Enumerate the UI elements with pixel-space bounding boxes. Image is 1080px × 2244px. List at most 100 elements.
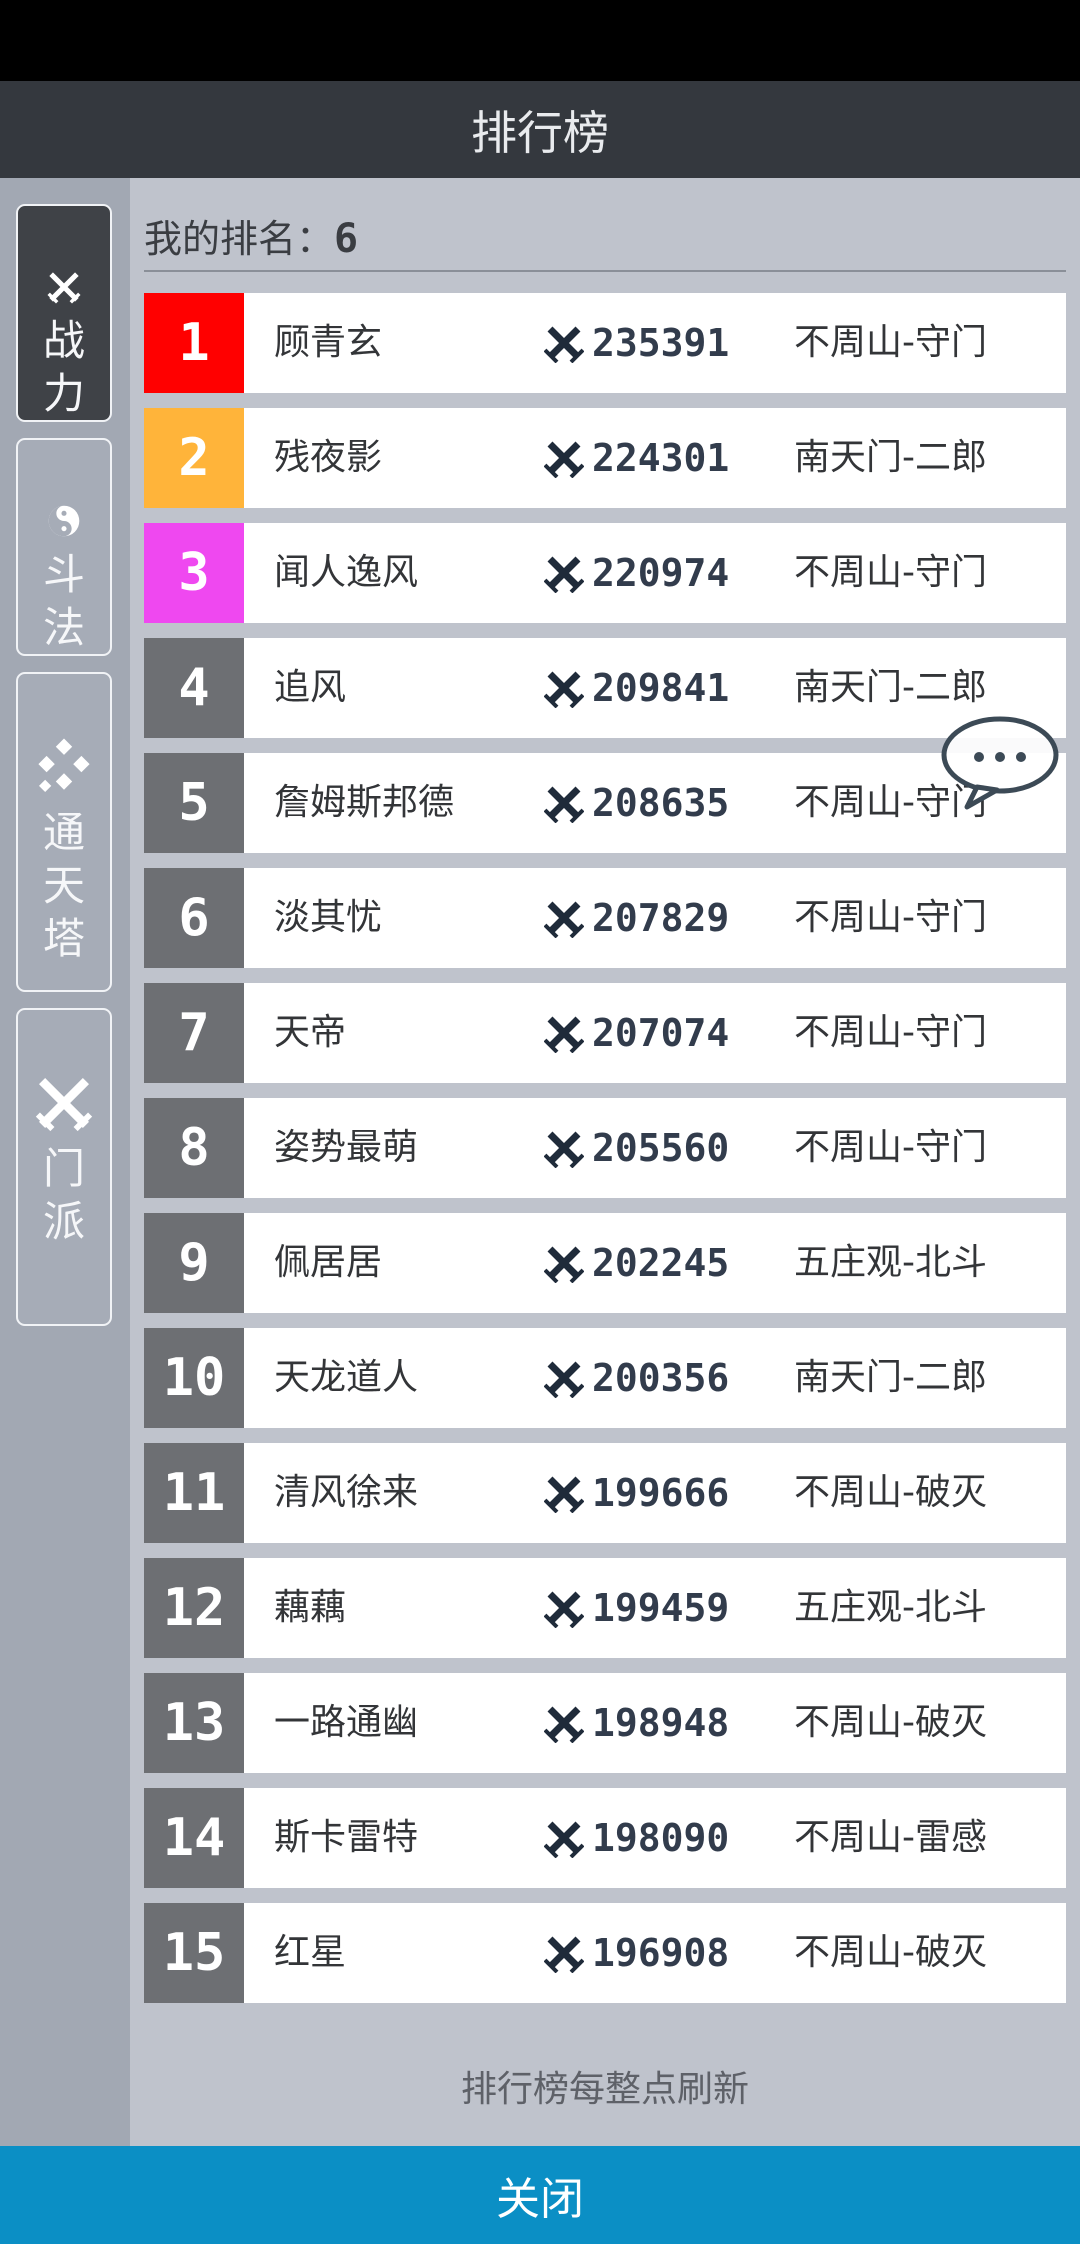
ranking-list[interactable]: 1 顾青玄 235391 不周山-守门 2 残夜影 224301 南天门-二郎 3 闻人逸风 220…	[144, 293, 1066, 2060]
table-row[interactable]: 5 詹姆斯邦德 208635 不周山-守门	[144, 753, 1066, 853]
divider	[144, 270, 1066, 272]
tab-label: 战力	[42, 316, 85, 418]
rank-number: 7	[144, 983, 244, 1083]
chat-bubble-icon[interactable]	[937, 711, 1063, 811]
table-row[interactable]: 7 天帝 207074 不周山-守门	[144, 983, 1066, 1083]
combat-power-value: 235391	[592, 321, 730, 365]
rank-number: 5	[144, 753, 244, 853]
server-name: 五庄观-北斗	[794, 1242, 987, 1283]
player-name: 天龙道人	[274, 1357, 419, 1398]
player-name: 追风	[274, 667, 347, 708]
combat-power-icon	[544, 901, 584, 938]
rank-number: 15	[144, 1903, 244, 2003]
server-name: 不周山-守门	[794, 322, 987, 363]
combat-power-icon	[544, 1706, 584, 1743]
checkered-flag-icon	[38, 738, 90, 793]
combat-power-value: 207829	[592, 896, 730, 940]
table-row[interactable]: 1 顾青玄 235391 不周山-守门	[144, 293, 1066, 393]
server-name: 不周山-守门	[794, 1127, 987, 1168]
rank-number: 3	[144, 523, 244, 623]
rank-number: 11	[144, 1443, 244, 1543]
player-name: 姿势最萌	[274, 1127, 419, 1168]
server-name: 不周山-破灭	[794, 1472, 987, 1513]
combat-power-icon	[544, 1476, 584, 1513]
tab-sky-tower[interactable]: 通天塔	[16, 672, 112, 992]
combat-power-value: 202245	[592, 1241, 730, 1285]
server-name: 不周山-守门	[794, 1012, 987, 1053]
combat-power-value: 224301	[592, 436, 730, 480]
rank-number: 8	[144, 1098, 244, 1198]
combat-power-icon	[544, 1821, 584, 1858]
table-row[interactable]: 3 闻人逸风 220974 不周山-守门	[144, 523, 1066, 623]
table-row[interactable]: 13 一路通幽 198948 不周山-破灭	[144, 1673, 1066, 1773]
server-name: 南天门-二郎	[794, 437, 987, 478]
table-row[interactable]: 9 佩居居 202245 五庄观-北斗	[144, 1213, 1066, 1313]
server-name: 不周山-雷感	[794, 1817, 987, 1858]
table-row[interactable]: 14 斯卡雷特 198090 不周山-雷感	[144, 1788, 1066, 1888]
rank-number: 1	[144, 293, 244, 393]
player-name: 一路通幽	[274, 1702, 419, 1743]
table-row[interactable]: 4 追风 209841 南天门-二郎	[144, 638, 1066, 738]
close-label: 关闭	[496, 2174, 584, 2225]
refresh-note: 排行榜每整点刷新	[460, 2069, 749, 2110]
rank-number: 14	[144, 1788, 244, 1888]
table-row[interactable]: 15 红星 196908 不周山-破灭	[144, 1903, 1066, 2003]
player-name: 顾青玄	[274, 322, 383, 363]
combat-power-icon	[544, 1131, 584, 1168]
close-button[interactable]: 关闭	[0, 2146, 1080, 2244]
tab-combat-power[interactable]: 战力	[16, 204, 112, 422]
my-rank: 我的排名：6	[144, 208, 358, 263]
status-bar	[0, 0, 1080, 81]
combat-power-icon	[544, 1591, 584, 1628]
player-name: 佩居居	[274, 1242, 383, 1283]
rank-number: 9	[144, 1213, 244, 1313]
combat-power-value: 220974	[592, 551, 730, 595]
title-bar: 排行榜	[0, 81, 1080, 178]
server-name: 五庄观-北斗	[794, 1587, 987, 1628]
player-name: 残夜影	[274, 437, 383, 478]
yin-yang-icon	[48, 505, 80, 537]
player-name: 闻人逸风	[274, 552, 419, 593]
tab-duel[interactable]: 斗法	[16, 438, 112, 656]
rank-number: 6	[144, 868, 244, 968]
page-title: 排行榜	[471, 105, 609, 160]
combat-power-icon	[544, 786, 584, 823]
tab-label: 通天塔	[42, 808, 85, 963]
ranking-panel: 我的排名：6 1 顾青玄 235391 不周山-守门 2 残夜影 224301 南天门-二郎 3…	[130, 178, 1080, 2146]
my-rank-label: 我的排名：	[144, 217, 335, 261]
combat-power-icon	[544, 1246, 584, 1283]
table-row[interactable]: 2 残夜影 224301 南天门-二郎	[144, 408, 1066, 508]
combat-power-value: 199666	[592, 1471, 730, 1515]
combat-power-icon	[544, 1361, 584, 1398]
server-name: 不周山-守门	[794, 552, 987, 593]
table-row[interactable]: 11 清风徐来 199666 不周山-破灭	[144, 1443, 1066, 1543]
combat-power-value: 205560	[592, 1126, 730, 1170]
table-row[interactable]: 8 姿势最萌 205560 不周山-守门	[144, 1098, 1066, 1198]
table-row[interactable]: 6 淡其忧 207829 不周山-守门	[144, 868, 1066, 968]
player-name: 淡其忧	[274, 897, 383, 938]
rank-number: 4	[144, 638, 244, 738]
table-row[interactable]: 12 藕藕 199459 五庄观-北斗	[144, 1558, 1066, 1658]
server-name: 南天门-二郎	[794, 1357, 987, 1398]
combat-power-value: 200356	[592, 1356, 730, 1400]
tab-label: 门派	[42, 1144, 85, 1246]
combat-power-icon	[544, 556, 584, 593]
combat-power-icon	[544, 671, 584, 708]
tab-label: 斗法	[42, 550, 85, 652]
combat-power-value: 198948	[592, 1701, 730, 1745]
player-name: 清风徐来	[274, 1472, 419, 1513]
tab-sect[interactable]: 门派	[16, 1008, 112, 1326]
combat-power-icon	[544, 1936, 584, 1973]
combat-power-value: 207074	[592, 1011, 730, 1055]
player-name: 斯卡雷特	[274, 1817, 419, 1858]
combat-power-value: 199459	[592, 1586, 730, 1630]
player-name: 红星	[274, 1932, 347, 1973]
server-name: 不周山-破灭	[794, 1932, 987, 1973]
combat-power-value: 209841	[592, 666, 730, 710]
crossed-swords-icon	[35, 1077, 93, 1132]
my-rank-value: 6	[334, 216, 359, 262]
sidebar: 战力 斗法 通天塔 门派	[0, 178, 130, 2146]
table-row[interactable]: 10 天龙道人 200356 南天门-二郎	[144, 1328, 1066, 1428]
combat-power-value: 196908	[592, 1931, 730, 1975]
combat-power-icon	[544, 441, 584, 478]
